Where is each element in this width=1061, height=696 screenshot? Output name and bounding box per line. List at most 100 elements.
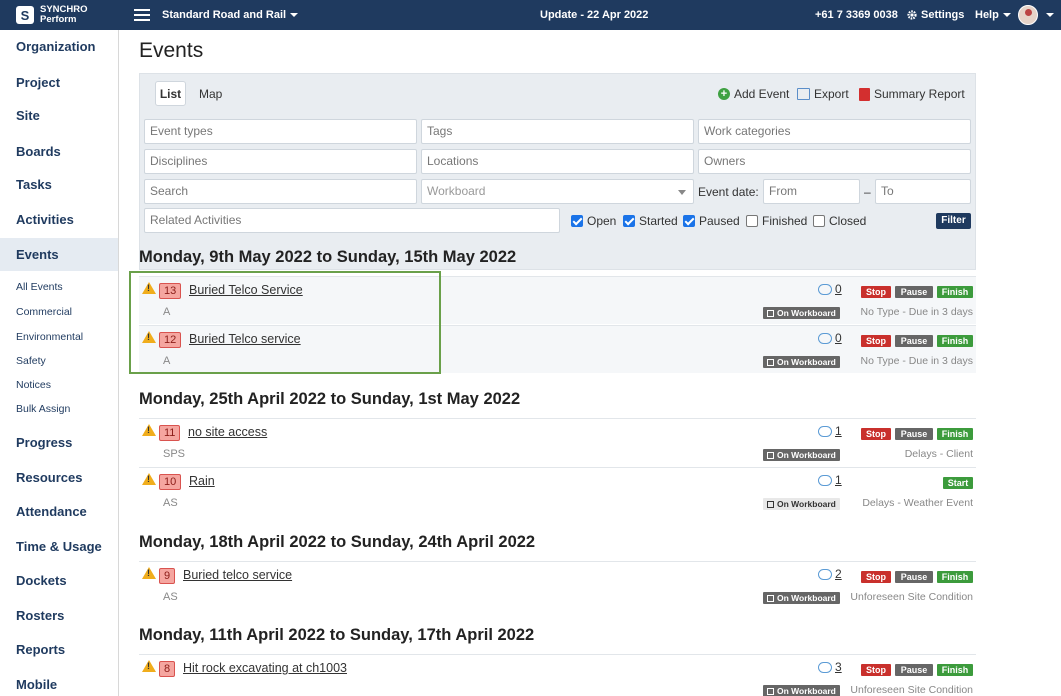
comments-link[interactable]: 1 xyxy=(818,424,842,438)
sidebar-sub-safety[interactable]: Safety xyxy=(16,355,46,367)
event-row[interactable]: 11 no site access SPS 1 Stop Pause Finis… xyxy=(139,418,976,466)
sidebar-item-organization[interactable]: Organization xyxy=(16,39,95,54)
pause-button[interactable]: Pause xyxy=(895,664,933,676)
sidebar-item-site[interactable]: Site xyxy=(16,108,40,123)
sidebar-item-project[interactable]: Project xyxy=(16,75,60,90)
event-title-link[interactable]: Hit rock excavating at ch1003 xyxy=(183,661,347,675)
pdf-icon xyxy=(859,87,870,101)
on-workboard-toggle[interactable]: On Workboard xyxy=(763,685,840,696)
stop-button[interactable]: Stop xyxy=(861,664,891,676)
add-event-button[interactable]: + Add Event xyxy=(718,87,789,101)
logo-line2: Perform xyxy=(40,14,77,25)
summary-report-button[interactable]: Summary Report xyxy=(859,87,965,101)
pause-button[interactable]: Pause xyxy=(895,428,933,440)
sidebar-item-rosters[interactable]: Rosters xyxy=(16,608,64,623)
start-button[interactable]: Start xyxy=(943,477,973,489)
stop-button[interactable]: Stop xyxy=(861,571,891,583)
on-workboard-toggle[interactable]: On Workboard xyxy=(763,356,840,368)
pause-button[interactable]: Pause xyxy=(895,335,933,347)
event-types-input[interactable]: Event types xyxy=(144,119,417,144)
on-workboard-toggle[interactable]: On Workboard xyxy=(763,498,840,510)
chevron-down-icon[interactable] xyxy=(1046,13,1054,17)
tab-list[interactable]: List xyxy=(155,81,186,106)
on-workboard-toggle[interactable]: On Workboard xyxy=(763,449,840,461)
page-title: Events xyxy=(139,39,204,62)
event-number-badge: 8 xyxy=(159,661,176,677)
comments-link[interactable]: 0 xyxy=(818,282,842,296)
event-date-label: Event date: xyxy=(698,185,759,199)
sidebar-sub-bulk-assign[interactable]: Bulk Assign xyxy=(16,403,70,415)
sidebar-item-dockets[interactable]: Dockets xyxy=(16,573,67,588)
workboard-select[interactable]: Workboard xyxy=(421,179,694,204)
disciplines-input[interactable]: Disciplines xyxy=(144,149,417,174)
finished-checkbox[interactable]: Finished xyxy=(746,214,807,228)
week-heading: Monday, 11th April 2022 to Sunday, 17th … xyxy=(139,626,535,644)
sidebar-item-time-usage[interactable]: Time & Usage xyxy=(16,539,102,554)
pause-button[interactable]: Pause xyxy=(895,286,933,298)
search-input[interactable]: Search xyxy=(144,179,417,204)
comment-icon xyxy=(818,568,832,580)
warning-icon xyxy=(142,660,156,672)
on-workboard-toggle[interactable]: On Workboard xyxy=(763,592,840,604)
on-workboard-toggle[interactable]: On Workboard xyxy=(763,307,840,319)
sidebar-item-tasks[interactable]: Tasks xyxy=(16,177,52,192)
event-title-link[interactable]: Rain xyxy=(189,474,215,488)
sidebar-item-mobile[interactable]: Mobile xyxy=(16,677,57,692)
help-menu[interactable]: Help xyxy=(975,9,1011,21)
filter-panel: List Map + Add Event Export Summary Repor… xyxy=(139,73,976,270)
finish-button[interactable]: Finish xyxy=(937,428,973,440)
top-bar: S SYNCHRO Perform Standard Road and Rail… xyxy=(0,0,1061,30)
date-to-input[interactable]: To xyxy=(875,179,971,204)
comments-link[interactable]: 2 xyxy=(818,567,842,581)
menu-icon[interactable] xyxy=(134,9,150,21)
sidebar-sub-environmental[interactable]: Environmental xyxy=(16,331,83,343)
finish-button[interactable]: Finish xyxy=(937,335,973,347)
tags-input[interactable]: Tags xyxy=(421,119,694,144)
comment-icon xyxy=(818,332,832,344)
related-activities-input[interactable]: Related Activities xyxy=(144,208,560,233)
comments-link[interactable]: 1 xyxy=(818,473,842,487)
chevron-down-icon xyxy=(290,13,299,18)
stop-button[interactable]: Stop xyxy=(861,335,891,347)
event-row[interactable]: 9 Buried telco service AS 2 Stop Pause F… xyxy=(139,561,976,609)
date-from-input[interactable]: From xyxy=(763,179,860,204)
stop-button[interactable]: Stop xyxy=(861,428,891,440)
sidebar-item-resources[interactable]: Resources xyxy=(16,470,82,485)
sidebar-item-boards[interactable]: Boards xyxy=(16,144,61,159)
settings-link[interactable]: Settings xyxy=(906,9,964,21)
event-title-link[interactable]: Buried telco service xyxy=(183,568,292,582)
checkbox-empty-icon xyxy=(746,215,758,227)
comment-icon xyxy=(818,425,832,437)
pause-button[interactable]: Pause xyxy=(895,571,933,583)
finish-button[interactable]: Finish xyxy=(937,286,973,298)
owners-input[interactable]: Owners xyxy=(698,149,971,174)
filter-button[interactable]: Filter xyxy=(936,213,971,229)
sidebar-sub-notices[interactable]: Notices xyxy=(16,379,51,391)
open-checkbox[interactable]: Open xyxy=(571,214,616,228)
finish-button[interactable]: Finish xyxy=(937,571,973,583)
sidebar-item-events[interactable]: Events xyxy=(16,247,59,262)
paused-checkbox[interactable]: Paused xyxy=(683,214,740,228)
sidebar-item-reports[interactable]: Reports xyxy=(16,642,65,657)
closed-checkbox[interactable]: Closed xyxy=(813,214,866,228)
event-title-link[interactable]: no site access xyxy=(188,425,267,439)
comments-link[interactable]: 0 xyxy=(818,331,842,345)
tab-map[interactable]: Map xyxy=(199,87,222,101)
work-categories-input[interactable]: Work categories xyxy=(698,119,971,144)
avatar[interactable] xyxy=(1018,5,1038,25)
sidebar-item-attendance[interactable]: Attendance xyxy=(16,504,87,519)
sidebar-sub-all-events[interactable]: All Events xyxy=(16,281,63,293)
project-selector[interactable]: Standard Road and Rail xyxy=(162,9,299,21)
finish-button[interactable]: Finish xyxy=(937,664,973,676)
stop-button[interactable]: Stop xyxy=(861,286,891,298)
export-button[interactable]: Export xyxy=(797,87,849,101)
sidebar-item-progress[interactable]: Progress xyxy=(16,435,72,450)
locations-input[interactable]: Locations xyxy=(421,149,694,174)
sidebar-sub-commercial[interactable]: Commercial xyxy=(16,306,72,318)
synchro-logo[interactable]: S SYNCHRO Perform xyxy=(0,0,119,30)
comments-link[interactable]: 3 xyxy=(818,660,842,674)
event-row[interactable]: 10 Rain AS 1 Start On Workboard Delays -… xyxy=(139,467,976,515)
sidebar-item-activities[interactable]: Activities xyxy=(16,212,74,227)
event-row[interactable]: 8 Hit rock excavating at ch1003 3 Stop P… xyxy=(139,654,976,696)
started-checkbox[interactable]: Started xyxy=(623,214,678,228)
